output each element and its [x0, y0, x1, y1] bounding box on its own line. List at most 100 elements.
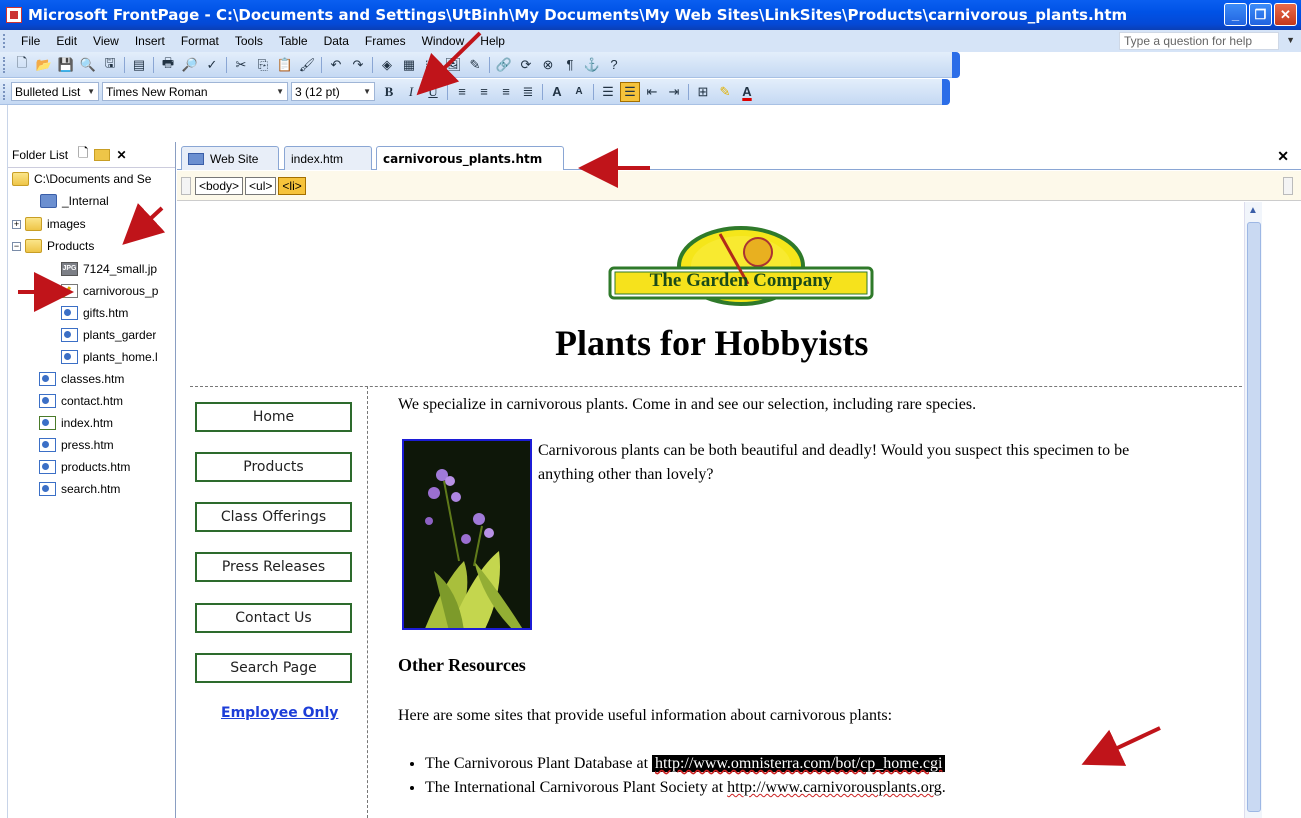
- decrease-indent-icon[interactable]: ⇤: [642, 82, 662, 102]
- menu-format[interactable]: Format: [173, 34, 227, 48]
- tree-item-products-htm[interactable]: products.htm: [39, 456, 130, 478]
- editor-vertical-scrollbar[interactable]: ▲: [1244, 202, 1262, 818]
- minimize-button[interactable]: _: [1224, 3, 1247, 26]
- tree-item-plants-garden[interactable]: plants_garder: [61, 324, 156, 346]
- collapse-icon[interactable]: −: [12, 241, 21, 251]
- print-icon[interactable]: 🖶: [158, 55, 178, 75]
- bookmark-icon[interactable]: ⚓: [582, 55, 602, 75]
- numbering-icon[interactable]: ☰: [598, 82, 618, 102]
- undo-icon[interactable]: ↶: [326, 55, 346, 75]
- paste-icon[interactable]: 📋: [275, 55, 295, 75]
- tree-item-contact[interactable]: contact.htm: [39, 390, 123, 412]
- toolbar-grip[interactable]: [3, 56, 7, 73]
- bullets-icon[interactable]: ☰: [620, 81, 640, 102]
- scroll-up-icon[interactable]: ▲: [1248, 205, 1258, 216]
- tag-scroll-right-icon[interactable]: [1283, 176, 1293, 195]
- help-dropdown-icon[interactable]: ▼: [1286, 35, 1295, 45]
- redo-icon[interactable]: ↷: [348, 55, 368, 75]
- style-select[interactable]: Bulleted List ▼: [11, 82, 99, 101]
- tree-item-search[interactable]: search.htm: [39, 478, 120, 500]
- spelling-icon[interactable]: ✓: [202, 55, 222, 75]
- frontpage-app-icon[interactable]: [6, 7, 22, 23]
- font-size-select[interactable]: 3 (12 pt) ▼: [291, 82, 375, 101]
- menu-help[interactable]: Help: [472, 34, 513, 48]
- refresh-icon[interactable]: ⟳: [516, 55, 536, 75]
- menu-file[interactable]: File: [13, 34, 48, 48]
- highlight-icon[interactable]: ✎: [715, 82, 735, 102]
- help-search-input[interactable]: Type a question for help: [1119, 32, 1279, 50]
- close-pane-icon[interactable]: ✕: [116, 148, 126, 162]
- menu-tools[interactable]: Tools: [227, 34, 271, 48]
- align-left-icon[interactable]: ≡: [452, 82, 472, 102]
- insert-layer-icon[interactable]: ⬚: [421, 55, 441, 75]
- save-icon[interactable]: 💾: [56, 55, 76, 75]
- format-painter-icon[interactable]: 🖌: [297, 55, 317, 75]
- underline-icon[interactable]: U: [423, 82, 443, 102]
- preview-icon[interactable]: 🔎: [180, 55, 200, 75]
- tag-scroll-left-icon[interactable]: [181, 176, 191, 195]
- search-icon[interactable]: 🔍: [78, 55, 98, 75]
- tree-item-press[interactable]: press.htm: [39, 434, 114, 456]
- increase-indent-icon[interactable]: ⇥: [664, 82, 684, 102]
- font-select[interactable]: Times New Roman ▼: [102, 82, 288, 101]
- menu-edit[interactable]: Edit: [48, 34, 85, 48]
- page-editor[interactable]: The Garden Company Plants for Hobbyists …: [177, 202, 1257, 818]
- toolbar-options-icon[interactable]: [952, 51, 960, 78]
- help-icon[interactable]: ?: [604, 55, 624, 75]
- menu-grip[interactable]: [3, 34, 7, 48]
- nav-button-contact-us[interactable]: Contact Us: [195, 603, 360, 641]
- nav-button-class-offerings[interactable]: Class Offerings: [195, 502, 360, 540]
- tree-item-internal[interactable]: _Internal: [40, 190, 109, 212]
- decrease-font-icon[interactable]: A: [569, 82, 589, 102]
- tree-item-images[interactable]: + images: [12, 213, 86, 235]
- justify-icon[interactable]: ≣: [518, 82, 538, 102]
- tree-item-plants-home[interactable]: plants_home.l: [61, 346, 158, 368]
- resource-url-selected[interactable]: http://www.omnisterra.com/bot/cp_home.cg…: [652, 755, 946, 772]
- tree-item-gifts[interactable]: gifts.htm: [61, 302, 128, 324]
- web-component-icon[interactable]: ◈: [377, 55, 397, 75]
- align-center-icon[interactable]: ≡: [474, 82, 494, 102]
- open-icon[interactable]: 📂: [34, 55, 54, 75]
- carnivorous-plant-photo[interactable]: [402, 439, 532, 630]
- copy-icon[interactable]: ⎘: [253, 55, 273, 75]
- tag-ul[interactable]: <ul>: [245, 176, 277, 195]
- close-document-icon[interactable]: ✕: [1277, 148, 1289, 165]
- publish-icon[interactable]: 🖫: [100, 55, 120, 75]
- menu-data[interactable]: Data: [316, 34, 357, 48]
- tree-item-jpg[interactable]: JPG 7124_small.jp: [61, 258, 157, 280]
- tab-web-site[interactable]: Web Site: [181, 146, 279, 170]
- new-folder-icon[interactable]: [94, 148, 111, 161]
- tab-carnivorous-plants[interactable]: carnivorous_plants.htm: [376, 146, 564, 170]
- menu-insert[interactable]: Insert: [127, 34, 173, 48]
- drawing-icon[interactable]: ✎: [465, 55, 485, 75]
- tag-li[interactable]: <li>: [278, 176, 306, 195]
- toolbar-options-icon[interactable]: [942, 78, 950, 105]
- cut-icon[interactable]: ✂: [231, 55, 251, 75]
- menu-view[interactable]: View: [85, 34, 127, 48]
- align-right-icon[interactable]: ≡: [496, 82, 516, 102]
- expand-icon[interactable]: +: [12, 219, 21, 229]
- menu-window[interactable]: Window: [414, 34, 473, 48]
- close-button[interactable]: ✕: [1274, 3, 1297, 26]
- tag-body[interactable]: <body>: [195, 176, 244, 195]
- new-page-icon[interactable]: 🗋: [78, 144, 88, 166]
- nav-button-home[interactable]: Home: [195, 402, 360, 440]
- tree-item-products[interactable]: − Products: [12, 235, 94, 257]
- nav-button-press-releases[interactable]: Press Releases: [195, 552, 360, 590]
- resource-url[interactable]: http://www.carnivorousplants.org: [727, 779, 942, 796]
- menu-frames[interactable]: Frames: [357, 34, 414, 48]
- tab-index[interactable]: index.htm: [284, 146, 372, 170]
- insert-table-icon[interactable]: ▦: [399, 55, 419, 75]
- tree-item-root[interactable]: C:\Documents and Se: [12, 168, 151, 190]
- italic-icon[interactable]: I: [401, 82, 421, 102]
- font-color-icon[interactable]: A: [737, 82, 757, 102]
- insert-picture-icon[interactable]: 🖼: [443, 55, 463, 75]
- restore-button[interactable]: ❐: [1249, 3, 1272, 26]
- toggle-pane-icon[interactable]: ▤: [129, 55, 149, 75]
- nav-button-search-page[interactable]: Search Page: [195, 653, 360, 691]
- show-all-icon[interactable]: ¶: [560, 55, 580, 75]
- toolbar-grip[interactable]: [3, 83, 7, 100]
- stop-icon[interactable]: ⊗: [538, 55, 558, 75]
- tree-item-classes[interactable]: classes.htm: [39, 368, 124, 390]
- new-page-icon[interactable]: 🗋: [12, 55, 32, 75]
